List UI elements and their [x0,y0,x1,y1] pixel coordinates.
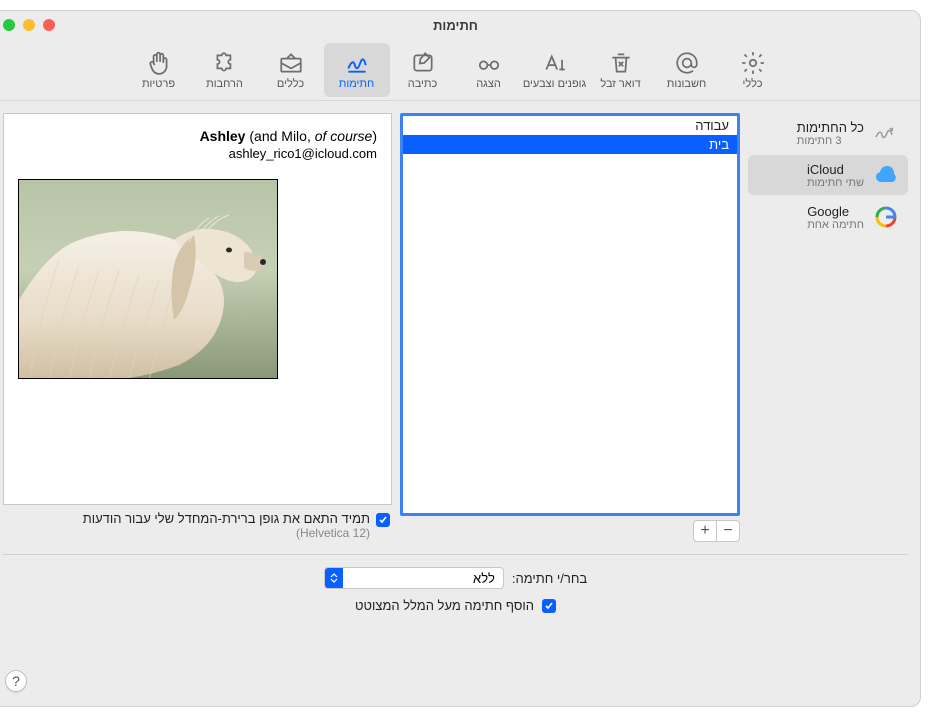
tab-extensions[interactable]: הרחבות [192,43,258,97]
signature-icon [344,50,370,76]
choose-signature-select[interactable]: ללא [324,567,504,589]
font-match-label: תמיד התאם את גופן ברירת-המחדל שלי עבור ה… [83,511,370,526]
sidebar-item-google[interactable]: Google חתימה אחת [748,197,908,237]
tab-signatures[interactable]: חתימות [324,43,390,97]
window-title: חתימות [3,18,908,33]
icloud-icon [872,161,900,189]
gear-icon [740,50,766,76]
minimize-window-button[interactable] [23,19,35,31]
preview-image [18,179,278,379]
tab-privacy[interactable]: פרטיות [126,43,192,97]
signature-row-work[interactable]: עבודה [403,116,737,135]
add-signature-button[interactable]: + [693,520,717,542]
choose-signature-label: בחר/י חתימה: [512,571,587,586]
preview-email: ashley_rico1@icloud.com [18,146,377,161]
hand-icon [146,50,172,76]
font-match-checkbox-row: תמיד התאם את גופן ברירת-המחדל שלי עבור ה… [3,505,392,546]
preferences-window: חתימות כללי חשבונות דואר זבל גופנים וצבע… [0,10,921,707]
add-remove-buttons: + − [400,516,740,546]
font-match-checkbox[interactable] [376,513,390,527]
place-above-label: הוסף חתימה מעל המלל המצוטט [355,598,534,613]
preferences-toolbar: כללי חשבונות דואר זבל גופנים וצבעים הצגה [0,39,920,101]
tab-rules[interactable]: כללים [258,43,324,97]
titlebar: חתימות [0,11,920,39]
rules-icon [278,50,304,76]
zoom-window-button[interactable] [3,19,15,31]
close-window-button[interactable] [43,19,55,31]
content-area: כל החתימות 3 חתימות iCloud שתי חתימות [0,101,920,546]
signatures-list-column: עבודה בית + − [400,113,740,546]
sidebar-item-all-signatures[interactable]: כל החתימות 3 חתימות [748,113,908,153]
place-above-checkbox[interactable] [542,599,556,613]
divider [3,554,908,555]
signature-preview[interactable]: Ashley (and Milo, of course) ashley_rico… [3,113,392,505]
remove-signature-button[interactable]: − [716,520,740,542]
preview-column: Ashley (and Milo, of course) ashley_rico… [3,113,392,546]
accounts-sidebar: כל החתימות 3 חתימות iCloud שתי חתימות [748,113,908,546]
at-icon [674,50,700,76]
help-button[interactable]: ? [5,670,27,692]
fonts-icon [542,50,568,76]
tab-accounts[interactable]: חשבונות [654,43,720,97]
preview-name: Ashley (and Milo, of course) [18,128,377,144]
tab-junk[interactable]: דואר זבל [588,43,654,97]
tab-fonts-colors[interactable]: גופנים וצבעים [522,43,588,97]
puzzle-icon [212,50,238,76]
signature-row-home[interactable]: בית [403,135,737,154]
tab-viewing[interactable]: הצגה [456,43,522,97]
font-match-sub: (Helvetica 12) [83,526,370,540]
tab-general[interactable]: כללי [720,43,786,97]
all-signatures-icon [872,119,900,147]
signatures-list: עבודה בית [400,113,740,516]
glasses-icon [476,50,502,76]
bottom-controls: בחר/י חתימה: ללא הוסף חתימה מעל המלל המצ… [0,563,920,625]
traffic-lights [3,19,55,31]
compose-icon [410,50,436,76]
select-arrows-icon [325,568,343,588]
trash-icon [608,50,634,76]
tab-composing[interactable]: כתיבה [390,43,456,97]
google-icon [872,203,900,231]
sidebar-item-icloud[interactable]: iCloud שתי חתימות [748,155,908,195]
